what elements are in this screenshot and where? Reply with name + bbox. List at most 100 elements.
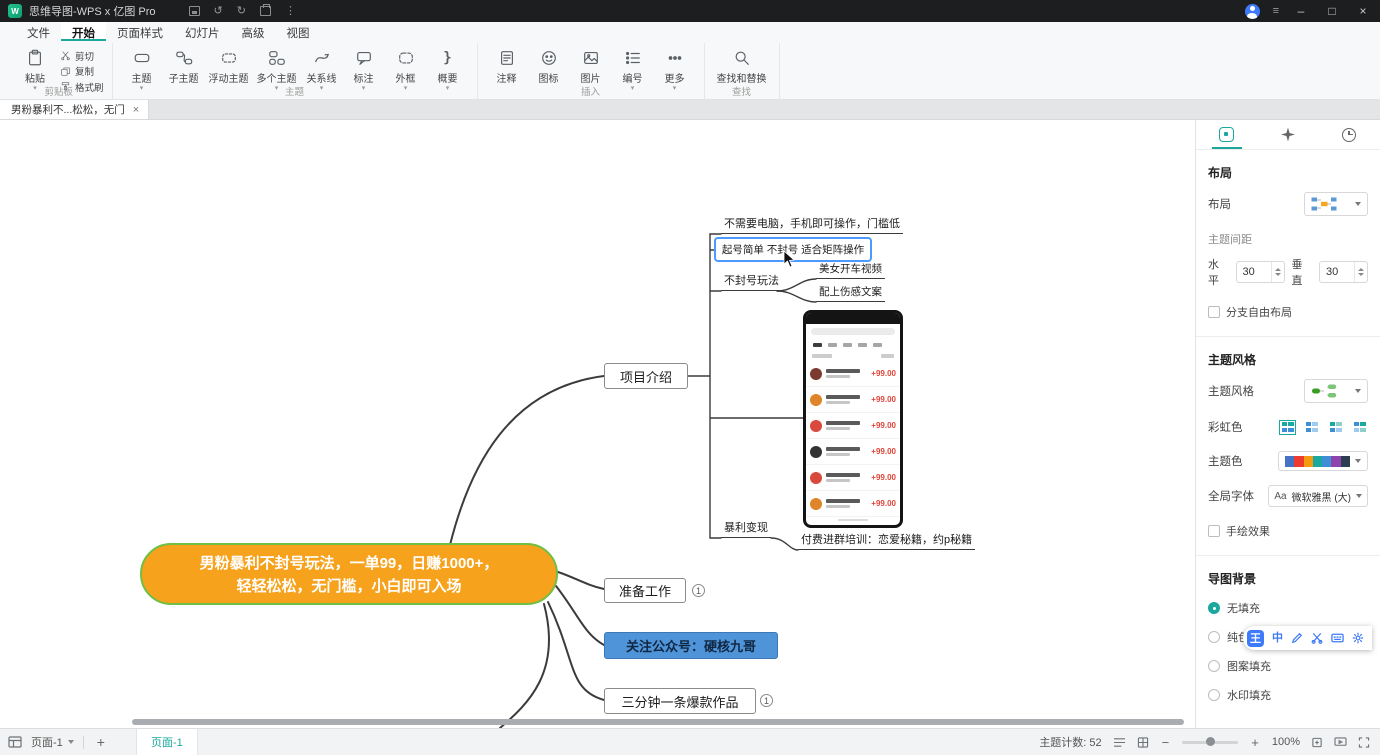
document-tab-bar: 男粉暴利不...松松，无门 × [0,100,1380,120]
maximize-button[interactable]: □ [1323,4,1341,18]
central-topic-line1: 男粉暴利不封号玩法，一单99，日赚1000+， [142,552,556,575]
rainbow-option[interactable] [1351,420,1368,435]
phone-screenshot[interactable]: +99.00+99.00+99.00+99.00+99.00+99.00 [803,310,903,528]
subtopic-sad-caption[interactable]: 配上伤感文案 [816,286,885,302]
settings-icon[interactable] [1352,632,1364,644]
subtopic-button[interactable]: 子主题 [163,44,205,85]
payment-text-bars [826,499,867,509]
vertical-spacing-stepper[interactable]: 30 [1319,261,1368,283]
save-icon[interactable] [189,6,200,16]
stepper-arrows[interactable] [1271,262,1284,282]
grid-view-icon[interactable] [1137,737,1149,748]
cut-icon [60,50,71,61]
document-tab[interactable]: 男粉暴利不...松松，无门 × [0,100,149,119]
ime-logo[interactable]: 王 [1247,630,1264,647]
free-layout-checkbox[interactable]: 分支自由布局 [1208,304,1368,320]
horizontal-spacing-stepper[interactable]: 30 [1236,261,1285,283]
subtopic-beauty-video[interactable]: 美女开车视频 [816,263,885,279]
central-topic-line2: 轻轻松松，无门槛，小白即可入场 [142,575,556,598]
ime-toolbar[interactable]: 王 中 [1243,626,1372,650]
ribbon-group-find: 查找和替换 查找 [705,43,780,99]
fit-window-icon[interactable] [1311,737,1323,748]
menu-page-style[interactable]: 页面样式 [106,22,174,41]
layout-dropdown[interactable] [1304,192,1368,216]
vertical-label: 垂直 [1292,256,1313,288]
bg-option-none[interactable]: 无填充 [1208,600,1368,616]
hand-drawn-checkbox[interactable]: 手绘效果 [1208,523,1368,539]
topic-number-badge[interactable]: 1 [760,694,773,707]
subtopic-play-method[interactable]: 不封号玩法 [721,275,782,291]
menu-icon[interactable]: ≡ [1273,6,1279,17]
page-selector[interactable]: 页面-1 [31,734,74,750]
callout-icon [354,48,374,68]
rainbow-option[interactable] [1303,420,1320,435]
menu-advanced[interactable]: 高级 [231,22,276,41]
topic-three-minutes[interactable]: 三分钟一条爆款作品 [604,688,756,714]
redo-icon[interactable]: ↻ [237,6,246,17]
title-bar: W 思维导图-WPS x 亿图 Pro ↺ ↻ ⋮ ≡ – □ × [0,0,1380,22]
close-button[interactable]: × [1354,4,1372,18]
menu-file[interactable]: 文件 [16,22,61,41]
bg-option-watermark[interactable]: 水印填充 [1208,687,1368,703]
central-topic[interactable]: 男粉暴利不封号玩法，一单99，日赚1000+， 轻轻松松，无门槛，小白即可入场 [140,543,558,605]
subtopic-no-computer[interactable]: 不需要电脑，手机即可操作，门槛低 [721,218,903,234]
comment-button[interactable]: 注释 [486,44,528,85]
presentation-icon[interactable] [1334,737,1347,748]
zoom-out-icon[interactable]: − [1160,735,1172,750]
pencil-icon[interactable] [1291,632,1303,644]
minimize-button[interactable]: – [1292,4,1310,18]
page-tab[interactable]: 页面-1 [136,729,198,755]
panel-tab-history[interactable] [1319,120,1380,149]
summary-icon: } [438,48,458,68]
outline-view-icon[interactable] [1113,737,1126,748]
zoom-slider[interactable] [1182,741,1238,744]
global-font-dropdown[interactable]: Aa 微软雅黑 (大) [1268,485,1368,507]
language-toggle[interactable]: 中 [1272,633,1283,644]
scrollbar-thumb[interactable] [132,719,1184,725]
numbering-icon [623,48,643,68]
rainbow-option[interactable] [1279,420,1296,435]
floating-topic-button[interactable]: 浮动主题 [205,44,253,85]
font-preview-badge: Aa [1274,491,1286,502]
add-page-button[interactable]: + [93,734,109,750]
scissors-icon[interactable] [1311,632,1323,644]
theme-style-dropdown[interactable] [1304,379,1368,403]
zoom-slider-thumb[interactable] [1206,737,1215,746]
menu-view[interactable]: 视图 [276,22,321,41]
bg-option-pattern[interactable]: 图案填充 [1208,658,1368,674]
rainbow-option[interactable] [1327,420,1344,435]
print-icon[interactable] [260,6,271,16]
cut-button[interactable]: 剪切 [60,49,104,62]
subtopic-training[interactable]: 付费进群培训：恋爱秘籍，约p秘籍 [798,534,975,550]
topic-preparation[interactable]: 准备工作 [604,578,686,603]
checkbox-icon [1208,306,1220,318]
more-tools-icon[interactable]: ⋮ [285,6,296,17]
undo-icon[interactable]: ↺ [214,6,223,17]
menu-slides[interactable]: 幻灯片 [174,22,231,41]
user-avatar[interactable] [1245,4,1260,19]
panel-tab-style[interactable] [1196,120,1257,149]
keyboard-icon[interactable] [1331,632,1344,644]
subtopic-profit[interactable]: 暴利变现 [721,522,771,538]
image-button[interactable]: 图片 [570,44,612,85]
panel-tab-ai[interactable] [1257,120,1318,149]
page-list-icon[interactable] [8,736,22,748]
find-replace-button[interactable]: 查找和替换 [713,44,771,85]
tab-close-icon[interactable]: × [133,104,139,116]
menu-home[interactable]: 开始 [61,22,106,41]
icon-button[interactable]: 图标 [528,44,570,85]
topic-official-account[interactable]: 关注公众号：硬核九哥 [604,632,778,659]
fullscreen-icon[interactable] [1358,737,1370,748]
payment-amount: +99.00 [871,447,896,456]
stepper-arrows[interactable] [1354,262,1367,282]
copy-button[interactable]: 复制 [60,65,104,78]
zoom-in-icon[interactable]: + [1249,735,1261,750]
topic-project-intro[interactable]: 项目介绍 [604,363,688,389]
topic-number-badge[interactable]: 1 [692,584,705,597]
ribbon: 粘贴 ▾ 剪切 复制 格式刷 剪贴板 [0,41,1380,100]
mindmap-canvas[interactable]: 男粉暴利不封号玩法，一单99，日赚1000+， 轻轻松松，无门槛，小白即可入场 … [0,120,1195,728]
horizontal-scrollbar[interactable] [132,719,1184,725]
theme-color-dropdown[interactable] [1278,451,1368,471]
payment-text-bars [826,395,867,405]
payment-amount: +99.00 [871,421,896,430]
